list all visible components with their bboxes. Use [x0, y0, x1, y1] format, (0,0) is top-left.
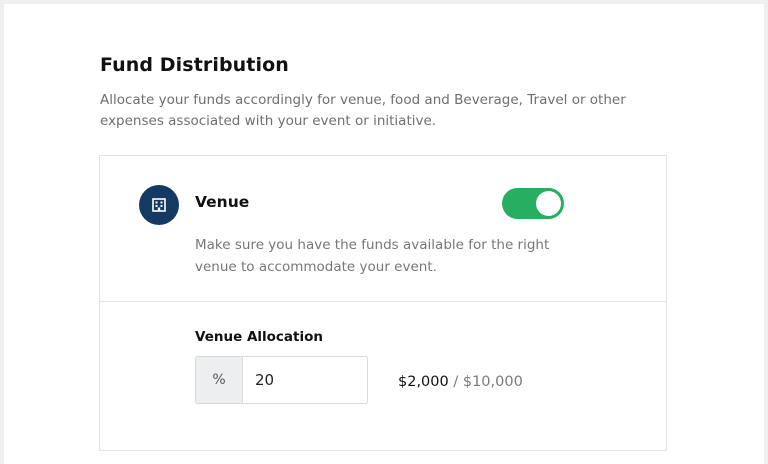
section-description: Allocate your funds accordingly for venu… — [100, 92, 626, 129]
venue-toggle[interactable] — [502, 188, 564, 219]
allocation-amount: $2,000 / $10,000 — [398, 374, 523, 390]
toggle-knob — [536, 191, 561, 216]
fund-distribution-panel: Fund Distribution Allocate your funds ac… — [4, 4, 764, 464]
venue-description: Make sure you have the funds available f… — [195, 237, 550, 275]
allocation-input[interactable] — [243, 357, 367, 403]
allocation-input-group: % — [195, 356, 368, 404]
venue-title: Venue — [195, 193, 250, 211]
total-amount: $10,000 — [462, 374, 523, 390]
building-icon — [139, 185, 179, 225]
venue-card: Venue Make sure you have the funds avail… — [99, 155, 667, 451]
section-title: Fund Distribution — [100, 54, 289, 76]
allocated-amount: $2,000 — [398, 374, 449, 390]
percent-addon: % — [196, 357, 243, 403]
divider — [100, 301, 666, 302]
allocation-label: Venue Allocation — [195, 329, 323, 345]
amount-separator: / — [448, 374, 463, 390]
